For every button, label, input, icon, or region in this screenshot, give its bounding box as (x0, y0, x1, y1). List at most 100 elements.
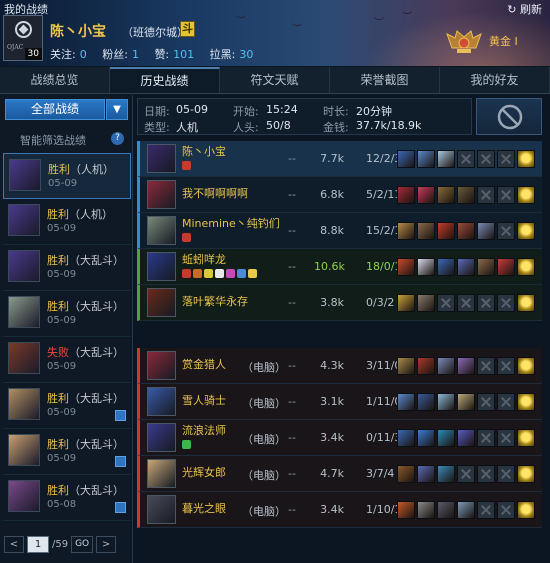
player-row[interactable]: 赏金猎人 （电脑） -- 4.3k 3/11/0 (137, 348, 542, 384)
dislike-count[interactable]: 30 (239, 48, 253, 61)
smart-filter-link[interactable]: 智能筛选战绩 (20, 132, 86, 148)
item-icon[interactable] (397, 258, 415, 276)
ban-button[interactable] (476, 98, 542, 135)
match-list-item[interactable]: 胜利（人机） 05-09 (3, 199, 131, 245)
next-page-button[interactable]: > (96, 536, 117, 553)
match-list-item[interactable]: 失败（大乱斗） 05-09 (3, 337, 131, 383)
item-icon[interactable] (437, 501, 455, 519)
tab-1[interactable]: 历史战绩 (110, 67, 220, 93)
item-icon[interactable] (497, 258, 515, 276)
player-row[interactable]: 陈丶小宝 -- 7.7k 12/2/3 (137, 141, 542, 177)
help-icon[interactable]: ? (111, 132, 124, 145)
item-icon[interactable] (477, 258, 495, 276)
player-row[interactable]: 光辉女郎 （电脑） -- 4.7k 3/7/4 (137, 456, 542, 492)
item-icon[interactable] (437, 222, 455, 240)
trinket-icon[interactable] (517, 501, 535, 519)
trinket-icon[interactable] (517, 465, 535, 483)
go-button[interactable]: GO (71, 536, 94, 553)
item-icon[interactable] (397, 150, 415, 168)
item-icon[interactable] (417, 501, 435, 519)
item-icon[interactable] (457, 258, 475, 276)
player-row[interactable]: 雪人骑士 （电脑） -- 3.1k 1/11/0 (137, 384, 542, 420)
prev-page-button[interactable]: < (4, 536, 24, 553)
trinket-icon[interactable] (517, 222, 535, 240)
all-records-button[interactable]: 全部战绩 (5, 99, 105, 120)
item-icon[interactable] (457, 222, 475, 240)
player-row[interactable]: 流浪法师 （电脑） -- 3.4k 0/11/3 (137, 420, 542, 456)
player-name[interactable]: 落叶繁华永存 (182, 293, 248, 309)
item-icon[interactable] (437, 258, 455, 276)
match-list-item[interactable]: 胜利（大乱斗） 05-09 (3, 429, 131, 475)
avatar-logo-icon (15, 21, 32, 38)
page-input[interactable]: 1 (27, 536, 49, 553)
match-list-item[interactable]: 胜利（大乱斗） 05-08 (3, 475, 131, 521)
player-name[interactable]: 陈丶小宝 (182, 143, 226, 159)
player-row[interactable]: 蚯蚓咩龙 -- 10.6k 18/0/17 (137, 249, 542, 285)
item-icon[interactable] (397, 501, 415, 519)
item-icon[interactable] (417, 186, 435, 204)
item-icon[interactable] (457, 186, 475, 204)
player-row[interactable]: Minemine丶纯钓们 -- 8.8k 15/2/11 (137, 213, 542, 249)
match-list-item[interactable]: 胜利（人机） 05-09 (3, 153, 131, 199)
ally-team-table: 陈丶小宝 -- 7.7k 12/2/3 我不啊啊啊啊 -- 6.8k 5/2/11 Minemi… (137, 141, 542, 321)
player-name[interactable]: 蚯蚓咩龙 (182, 251, 226, 267)
player-name[interactable]: 雪人骑士 (182, 392, 226, 408)
tab-4[interactable]: 我的好友 (440, 67, 550, 93)
tab-3[interactable]: 荣誉截图 (330, 67, 440, 93)
tab-0[interactable]: 战绩总览 (0, 67, 110, 93)
item-icon[interactable] (417, 222, 435, 240)
item-icon[interactable] (437, 429, 455, 447)
refresh-button[interactable]: ↻ 刷新 (507, 1, 542, 17)
item-icon[interactable] (437, 357, 455, 375)
item-icon[interactable] (397, 393, 415, 411)
like-count[interactable]: 101 (173, 48, 194, 61)
match-list-item[interactable]: 胜利（大乱斗） 05-09 (3, 245, 131, 291)
trinket-icon[interactable] (517, 186, 535, 204)
item-icon[interactable] (397, 429, 415, 447)
trinket-icon[interactable] (517, 258, 535, 276)
item-icon[interactable] (437, 186, 455, 204)
item-icon[interactable] (417, 357, 435, 375)
trinket-icon[interactable] (517, 294, 535, 312)
trinket-icon[interactable] (517, 150, 535, 168)
item-icon[interactable] (417, 258, 435, 276)
item-icon[interactable] (417, 465, 435, 483)
item-icon[interactable] (437, 465, 455, 483)
match-list-item[interactable]: 胜利（大乱斗） 05-09 (3, 383, 131, 429)
item-icon[interactable] (417, 294, 435, 312)
player-row[interactable]: 落叶繁华永存 -- 3.8k 0/3/2 (137, 285, 542, 321)
item-icon[interactable] (457, 357, 475, 375)
item-icon[interactable] (417, 393, 435, 411)
trinket-icon[interactable] (517, 357, 535, 375)
item-icon[interactable] (437, 150, 455, 168)
match-list-item[interactable]: 胜利（大乱斗） 05-09 (3, 291, 131, 337)
fight-badge[interactable]: 斗 (180, 21, 195, 37)
player-name[interactable]: 我不啊啊啊啊 (182, 185, 248, 201)
player-name[interactable]: 暮光之眼 (182, 500, 226, 516)
player-name[interactable]: 流浪法师 (182, 422, 226, 438)
item-icon[interactable] (457, 501, 475, 519)
item-icon[interactable] (397, 294, 415, 312)
player-name[interactable]: Minemine丶纯钓们 (182, 215, 280, 231)
item-icon[interactable] (477, 222, 495, 240)
item-icon[interactable] (417, 150, 435, 168)
fans-count[interactable]: 1 (132, 48, 139, 61)
trinket-icon[interactable] (517, 393, 535, 411)
player-row[interactable]: 暮光之眼 （电脑） -- 3.4k 1/10/1 (137, 492, 542, 528)
item-icon[interactable] (457, 393, 475, 411)
follow-count[interactable]: 0 (80, 48, 87, 61)
player-name[interactable]: 光辉女郎 (182, 464, 226, 480)
item-icon[interactable] (417, 429, 435, 447)
item-icon[interactable] (397, 465, 415, 483)
item-icon[interactable] (437, 393, 455, 411)
item-icon[interactable] (397, 222, 415, 240)
item-icon[interactable] (457, 429, 475, 447)
item-icon[interactable] (397, 186, 415, 204)
tab-2[interactable]: 符文天赋 (220, 67, 330, 93)
trinket-icon[interactable] (517, 429, 535, 447)
avatar[interactable]: OJAC 30 (3, 15, 43, 61)
player-name[interactable]: 赏金猎人 (182, 356, 226, 372)
player-row[interactable]: 我不啊啊啊啊 -- 6.8k 5/2/11 (137, 177, 542, 213)
item-icon[interactable] (397, 357, 415, 375)
filter-dropdown-button[interactable]: ▼ (106, 99, 128, 120)
